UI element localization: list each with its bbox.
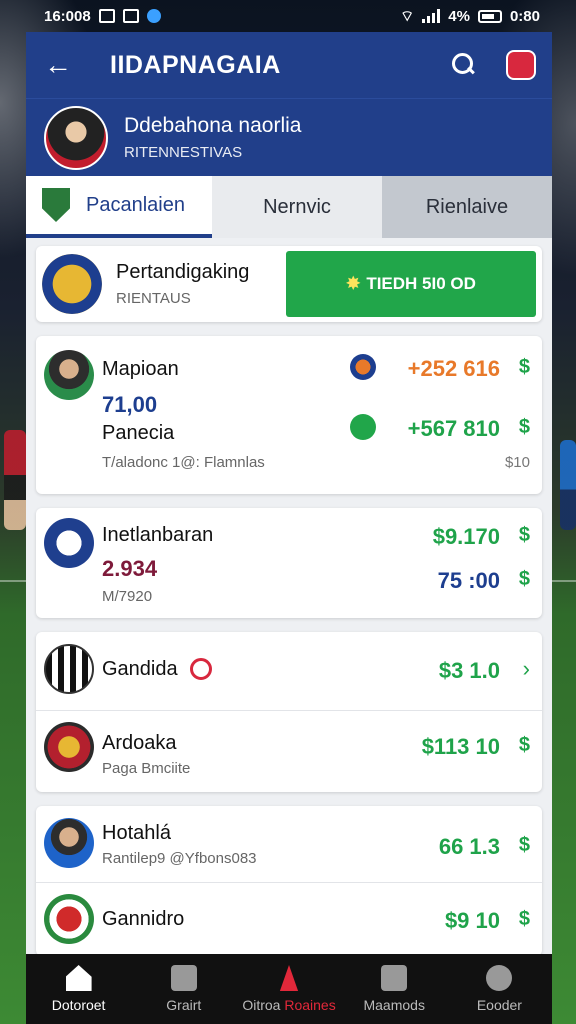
tab-nernvic[interactable]: Nernvic xyxy=(212,176,382,238)
battery-percent: 4% xyxy=(448,7,470,25)
currency-icon: $ xyxy=(518,524,530,546)
team-score: 2.934 xyxy=(102,556,158,581)
nav-item-alerts[interactable]: Oitroa Roaines xyxy=(236,954,341,1024)
odds-value[interactable]: 66 1.3 xyxy=(439,834,500,860)
nav-label: Oitroa xyxy=(242,997,281,1013)
alert-icon xyxy=(279,965,299,991)
currency-icon: $ xyxy=(518,834,530,856)
odds-value[interactable]: +567 810 xyxy=(408,416,500,442)
match-meta: T/aladonc 1@: Flamnlas xyxy=(102,454,265,471)
search-icon[interactable] xyxy=(450,51,478,79)
tab-label: Pacanlaien xyxy=(86,193,185,216)
team-logo-icon xyxy=(350,414,376,440)
nav-item-matches[interactable]: Maamods xyxy=(342,954,447,1024)
odds-value[interactable]: +252 616 xyxy=(408,356,500,382)
team-score: 71,00 xyxy=(102,392,158,417)
cta-label: TIEDH 5I0 OD xyxy=(366,274,476,293)
player-avatar xyxy=(44,818,94,868)
player-avatar xyxy=(44,350,94,400)
tab-pacanlaien[interactable]: Pacanlaien xyxy=(26,176,212,238)
tab-bar: Pacanlaien Nernvic Rienlaive xyxy=(26,176,552,238)
team-logo-icon xyxy=(350,354,376,380)
nav-alert-label: Roaines xyxy=(284,997,336,1013)
league-banner: Pertandigaking RIENTAUS ✸ TIEDH 5I0 OD xyxy=(36,246,542,322)
chart-icon xyxy=(170,965,197,991)
notification-icon xyxy=(98,9,115,23)
nav-label: Eooder xyxy=(476,997,522,1013)
tab-label: Nernvic xyxy=(263,195,331,218)
match-meta: Rantilep9 @Yfbons083 xyxy=(102,850,257,867)
team-crest-icon xyxy=(44,644,94,694)
currency-icon: $ xyxy=(518,568,530,590)
status-clock: 0:80 xyxy=(509,7,540,25)
team-name: Hotahlá xyxy=(102,822,171,844)
nav-label: Maamods xyxy=(363,997,425,1013)
team-name: Inetlanbaran xyxy=(102,524,214,546)
stake-note: $10 xyxy=(504,454,530,471)
match-card[interactable]: Gandida $3 1.0 › Ardoaka Paga Bmciite $1… xyxy=(36,632,542,792)
club-crest-icon xyxy=(42,188,70,222)
match-card[interactable]: Hotahlá Rantilep9 @Yfbons083 66 1.3 $ Ga… xyxy=(36,806,542,956)
odds-value[interactable]: $3 1.0 xyxy=(439,658,500,684)
status-time: 16:008 xyxy=(44,7,91,25)
currency-icon: $ xyxy=(518,908,530,930)
profile-subtitle: RITENNESTIVAS xyxy=(124,144,243,161)
odds-value[interactable]: $113 10 xyxy=(422,734,500,760)
clipboard-icon xyxy=(381,965,408,991)
avatar[interactable] xyxy=(44,105,108,170)
odds-value[interactable]: $9 10 xyxy=(445,908,500,934)
nav-label: Dotoroet xyxy=(51,997,106,1013)
nav-item-profile[interactable]: Eooder xyxy=(447,954,552,1024)
match-card[interactable]: Mapioan 71,00 Panecia T/aladonc 1@: Flam… xyxy=(36,336,542,494)
live-icon xyxy=(190,658,212,680)
team-crest-icon xyxy=(44,518,94,568)
user-icon xyxy=(486,965,513,991)
nav-item-graph[interactable]: Grairt xyxy=(131,954,236,1024)
signal-icon xyxy=(422,9,441,23)
chevron-right-icon[interactable]: › xyxy=(523,656,530,682)
app-window: ← IIDAPNAGAIA Ddebahona naorlia RITENNES… xyxy=(26,32,552,1024)
odds-value[interactable]: 75 :00 xyxy=(438,568,500,594)
match-meta: Paga Bmciite xyxy=(102,760,191,777)
league-crest-icon xyxy=(42,254,102,314)
team-name: Ardoaka xyxy=(102,732,177,754)
app-icon xyxy=(146,9,161,23)
match-meta: M/7920 xyxy=(102,588,153,605)
wifi-icon: ⌔ xyxy=(400,7,415,25)
team-name: Panecia xyxy=(102,422,175,444)
currency-icon: $ xyxy=(518,734,530,756)
nav-label: Grairt xyxy=(166,997,202,1013)
back-arrow-icon[interactable]: ← xyxy=(44,49,74,81)
nav-label-group: Oitroa Roaines xyxy=(242,997,335,1013)
profile-header: Ddebahona naorlia RITENNESTIVAS xyxy=(26,98,552,176)
nav-item-home[interactable]: Dotoroet xyxy=(26,954,131,1024)
battery-icon xyxy=(477,9,502,23)
team-crest-icon xyxy=(44,722,94,772)
match-card[interactable]: Inetlanbaran 2.934 M/7920 $9.170 $ 75 :0… xyxy=(36,508,542,618)
bottom-nav: Dotoroet Grairt Oitroa Roaines Maamods E… xyxy=(26,954,552,1024)
currency-icon: $ xyxy=(518,416,530,438)
image-icon xyxy=(122,9,139,23)
divider xyxy=(36,710,542,711)
team-name: Gandida xyxy=(102,658,178,680)
profile-name: Ddebahona naorlia xyxy=(124,114,302,137)
top-bar: ← IIDAPNAGAIA xyxy=(26,32,552,98)
team-name: Mapioan xyxy=(102,358,179,380)
home-icon xyxy=(65,965,92,991)
tab-rienlaive[interactable]: Rienlaive xyxy=(382,176,552,238)
league-name: Pertandigaking xyxy=(116,261,250,283)
league-cta-button[interactable]: ✸ TIEDH 5I0 OD xyxy=(286,251,536,317)
team-name: Gannidro xyxy=(102,908,185,930)
tab-label: Rienlaive xyxy=(425,195,509,218)
status-bar: 16:008 ⌔ 4% 0:80 xyxy=(0,0,576,32)
team-crest-icon xyxy=(44,894,94,944)
star-icon: ✸ xyxy=(346,274,361,293)
currency-icon: $ xyxy=(518,356,530,378)
odds-value[interactable]: $9.170 xyxy=(433,524,500,550)
page-title: IIDAPNAGAIA xyxy=(110,50,281,79)
divider xyxy=(36,882,542,883)
league-subtitle: RIENTAUS xyxy=(116,290,191,307)
team-badge-icon[interactable] xyxy=(506,50,536,80)
